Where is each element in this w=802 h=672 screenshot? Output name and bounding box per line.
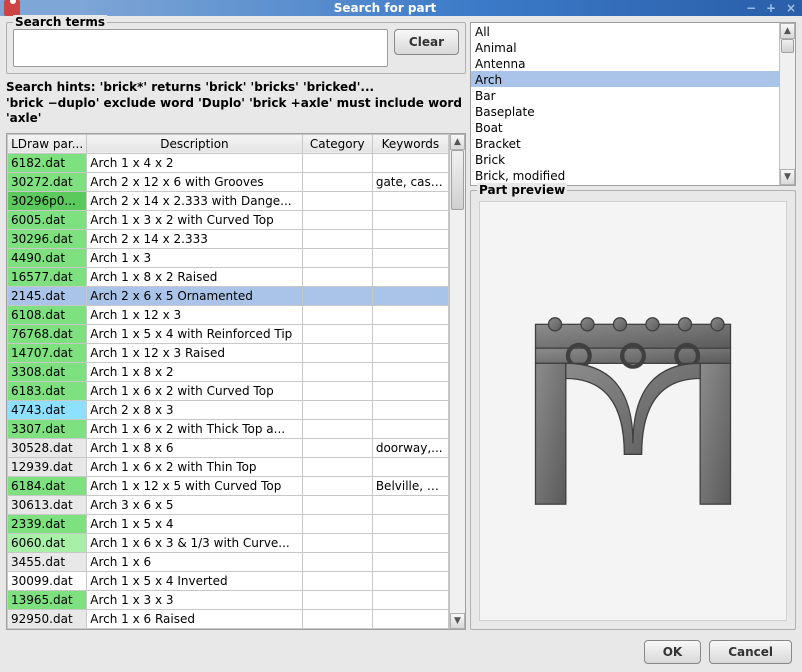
app-icon — [4, 0, 20, 16]
ok-button[interactable]: OK — [644, 640, 702, 664]
part-preview-canvas[interactable] — [479, 201, 787, 621]
cancel-button[interactable]: Cancel — [709, 640, 792, 664]
hint-line-1: Search hints: 'brick*' returns 'brick' '… — [6, 80, 466, 96]
scroll-down-icon[interactable]: ▼ — [450, 613, 465, 629]
search-terms-label: Search terms — [13, 15, 107, 29]
table-row[interactable]: 3308.datArch 1 x 8 x 2 — [8, 362, 449, 381]
table-row[interactable]: 30528.datArch 1 x 8 x 6doorway,... — [8, 438, 449, 457]
table-row[interactable]: 12939.datArch 1 x 6 x 2 with Thin Top — [8, 457, 449, 476]
table-row[interactable]: 30099.datArch 1 x 5 x 4 Inverted — [8, 571, 449, 590]
table-row[interactable]: 6184.datArch 1 x 12 x 5 with Curved TopB… — [8, 476, 449, 495]
part-preview-label: Part preview — [477, 183, 567, 197]
category-item[interactable]: Antenna — [471, 55, 779, 71]
arch-preview-icon — [503, 281, 763, 541]
category-item[interactable]: Bracket — [471, 135, 779, 151]
table-row[interactable]: 30296p0...Arch 2 x 14 x 2.333 with Dange… — [8, 191, 449, 210]
table-row[interactable]: 3455.datArch 1 x 6 — [8, 552, 449, 571]
category-item[interactable]: Boat — [471, 119, 779, 135]
table-row[interactable]: 16577.datArch 1 x 8 x 2 Raised — [8, 267, 449, 286]
parts-table[interactable]: LDraw par...DescriptionCategoryKeywords … — [6, 133, 466, 630]
search-input[interactable] — [13, 29, 388, 67]
category-item[interactable]: All — [471, 23, 779, 39]
table-row[interactable]: 6183.datArch 1 x 6 x 2 with Curved Top — [8, 381, 449, 400]
maximize-icon[interactable]: + — [764, 1, 778, 15]
search-hints: Search hints: 'brick*' returns 'brick' '… — [6, 78, 466, 129]
table-scrollbar[interactable]: ▲ ▼ — [449, 134, 465, 629]
titlebar[interactable]: Search for part − + × — [0, 0, 802, 16]
table-row[interactable]: 4490.datArch 1 x 3 — [8, 248, 449, 267]
close-icon[interactable]: × — [784, 1, 798, 15]
table-row[interactable]: 6005.datArch 1 x 3 x 2 with Curved Top — [8, 210, 449, 229]
table-row[interactable]: 6108.datArch 1 x 12 x 3 — [8, 305, 449, 324]
table-row[interactable]: 2145.datArch 2 x 6 x 5 Ornamented — [8, 286, 449, 305]
category-item[interactable]: Baseplate — [471, 103, 779, 119]
category-scrollbar[interactable]: ▲ ▼ — [779, 23, 795, 185]
table-row[interactable]: 3307.datArch 1 x 6 x 2 with Thick Top a.… — [8, 419, 449, 438]
dialog-buttons: OK Cancel — [0, 636, 802, 672]
category-item[interactable]: Animal — [471, 39, 779, 55]
window-title: Search for part — [26, 1, 744, 15]
category-item[interactable]: Arch — [471, 71, 779, 87]
table-row[interactable]: 92950.datArch 1 x 6 Raised — [8, 609, 449, 628]
column-header[interactable]: Category — [302, 134, 372, 153]
category-list[interactable]: AllAnimalAntennaArchBarBaseplateBoatBrac… — [470, 22, 796, 186]
table-row[interactable]: 4743.datArch 2 x 8 x 3 — [8, 400, 449, 419]
part-preview-group: Part preview — [470, 190, 796, 630]
table-row[interactable]: 6060.datArch 1 x 6 x 3 & 1/3 with Curve.… — [8, 533, 449, 552]
table-row[interactable]: 30613.datArch 3 x 6 x 5 — [8, 495, 449, 514]
table-row[interactable]: 30272.datArch 2 x 12 x 6 with Groovesgat… — [8, 172, 449, 191]
table-row[interactable]: 14707.datArch 1 x 12 x 3 Raised — [8, 343, 449, 362]
category-item[interactable]: Brick, modified — [471, 167, 779, 183]
scroll-up-icon[interactable]: ▲ — [780, 23, 795, 39]
category-item[interactable]: Brick — [471, 151, 779, 167]
column-header[interactable]: Description — [87, 134, 302, 153]
table-row[interactable]: 6182.datArch 1 x 4 x 2 — [8, 153, 449, 172]
category-item[interactable]: Bar — [471, 87, 779, 103]
scroll-down-icon[interactable]: ▼ — [780, 169, 795, 185]
column-header[interactable]: Keywords — [372, 134, 448, 153]
column-header[interactable]: LDraw par... — [8, 134, 87, 153]
scroll-thumb[interactable] — [781, 39, 794, 53]
table-row[interactable]: 2339.datArch 1 x 5 x 4 — [8, 514, 449, 533]
scroll-thumb[interactable] — [451, 150, 464, 210]
clear-button[interactable]: Clear — [394, 29, 459, 55]
table-row[interactable]: 13965.datArch 1 x 3 x 3 — [8, 590, 449, 609]
search-terms-group: Search terms Clear — [6, 22, 466, 74]
table-row[interactable]: 30296.datArch 2 x 14 x 2.333 — [8, 229, 449, 248]
minimize-icon[interactable]: − — [744, 1, 758, 15]
scroll-up-icon[interactable]: ▲ — [450, 134, 465, 150]
table-row[interactable]: 76768.datArch 1 x 5 x 4 with Reinforced … — [8, 324, 449, 343]
hint-line-2: 'brick −duplo' exclude word 'Duplo' 'bri… — [6, 96, 466, 127]
